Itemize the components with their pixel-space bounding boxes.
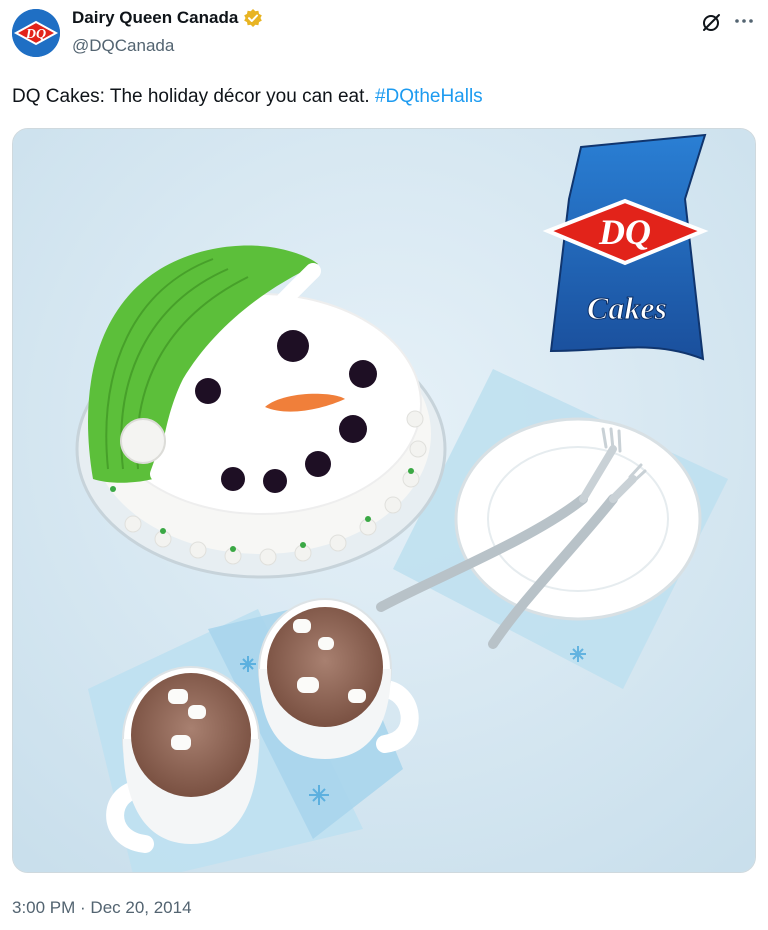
hashtag-link[interactable]: #DQtheHalls [375, 86, 483, 107]
hat-pompom [120, 418, 166, 464]
tweet-body: DQ Cakes: The holiday décor you can eat. [12, 86, 375, 107]
logo-dq-text: DQ [598, 212, 651, 252]
timestamp[interactable]: 3:00 PM · Dec 20, 2014 [12, 898, 192, 918]
logo-cakes-text: Cakes [587, 290, 667, 326]
dq-logo-icon: DQ [12, 9, 60, 57]
side-plate [454, 417, 702, 621]
tweet-header: DQ Dairy Queen Canada @DQCanada [0, 0, 768, 72]
more-icon[interactable] [733, 10, 755, 32]
verified-badge-icon[interactable] [243, 8, 263, 28]
photo-illustration: DQ Cakes [13, 129, 755, 872]
display-name[interactable]: Dairy Queen Canada [72, 8, 238, 28]
avatar[interactable]: DQ [12, 9, 60, 57]
tweet-text: DQ Cakes: The holiday décor you can eat.… [12, 84, 483, 110]
name-row: Dairy Queen Canada [72, 8, 263, 28]
tweet-photo[interactable]: DQ Cakes [12, 128, 756, 873]
grok-icon[interactable] [700, 12, 722, 34]
handle[interactable]: @DQCanada [72, 36, 174, 56]
svg-text:DQ: DQ [25, 27, 46, 42]
